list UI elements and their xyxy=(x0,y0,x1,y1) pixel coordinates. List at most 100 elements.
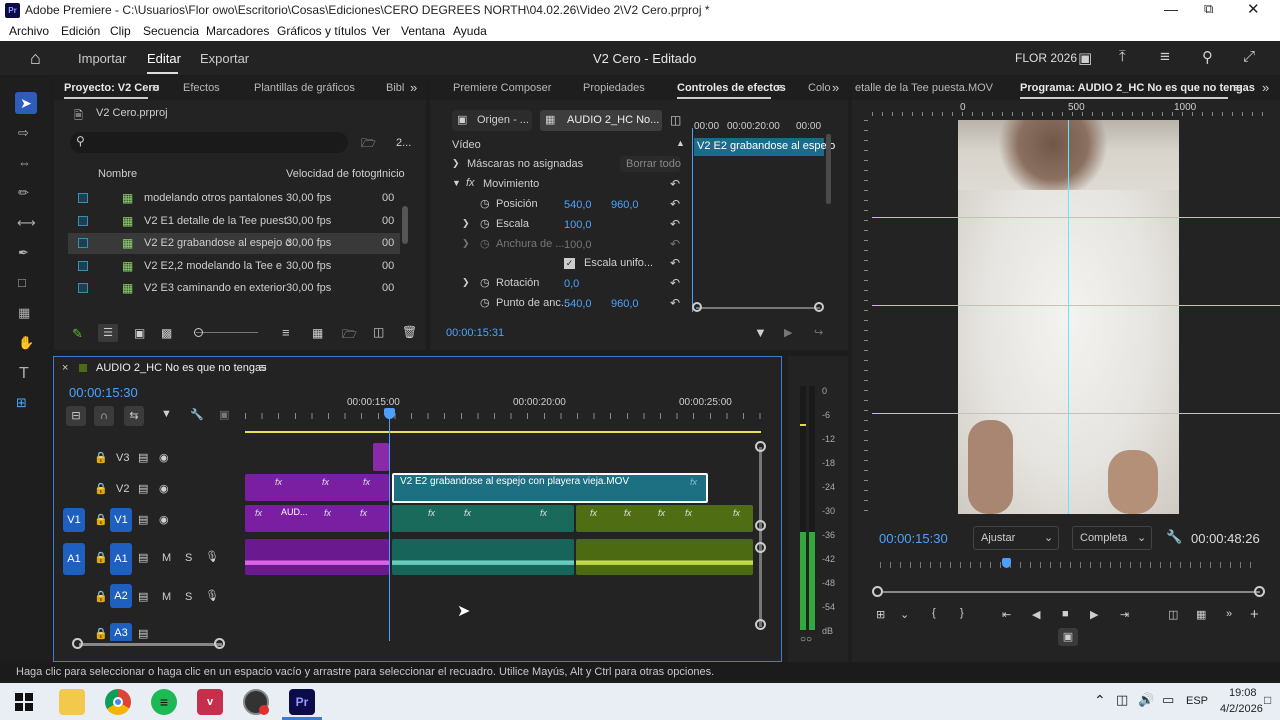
razor-icon[interactable]: ✏ xyxy=(18,185,29,201)
a1-clip-teal[interactable] xyxy=(392,539,574,575)
type-icon[interactable]: T xyxy=(19,365,29,383)
mini-clip-bar[interactable]: V2 E2 grabandose al espejo xyxy=(694,138,835,156)
chevron-down-icon[interactable]: ⌄ xyxy=(900,608,909,621)
reset-icon[interactable]: ↶ xyxy=(670,217,680,231)
position-x[interactable]: 540,0 xyxy=(564,199,592,211)
reset-icon[interactable]: ↶ xyxy=(670,177,680,191)
tab-library[interactable]: Bibl xyxy=(386,82,404,94)
v3-clip[interactable] xyxy=(373,443,389,471)
track-a3-toggle[interactable]: A3 xyxy=(110,623,132,641)
menu-secuencia[interactable]: Secuencia xyxy=(143,24,199,38)
tab-premiere-composer[interactable]: Premiere Composer xyxy=(453,82,551,94)
timeline-ruler[interactable]: 00:00:15:00 00:00:20:00 00:00:25:00 xyxy=(245,395,767,435)
export-frame-button[interactable]: ▣ xyxy=(1058,628,1078,646)
horizontal-scrollbar[interactable] xyxy=(79,643,222,646)
mark-out-icon[interactable]: } xyxy=(960,607,964,619)
tab-effect-controls[interactable]: Controles de efectos xyxy=(677,82,786,94)
play-audio-icon[interactable]: ▶ xyxy=(784,326,792,339)
more-controls-icon[interactable]: » xyxy=(1226,608,1232,620)
source-tab[interactable]: ▣ Origen - ... xyxy=(452,110,532,131)
collapse-up-icon[interactable]: ▲ xyxy=(676,138,685,148)
effect-menu-icon[interactable]: ≡ xyxy=(776,80,784,95)
tab-source-clip[interactable]: etalle de la Tee puesta.MOV xyxy=(855,82,993,94)
track-select-icon[interactable]: ⇨ xyxy=(18,125,29,141)
captions-icon[interactable]: ▣ xyxy=(219,408,229,421)
zoom-select-icon[interactable]: ▦ xyxy=(18,305,30,321)
stopwatch-icon[interactable]: ◷ xyxy=(480,217,490,230)
filter-icon[interactable]: ▼ xyxy=(754,325,767,340)
list-item[interactable]: ▦ modelando otros pantalones 30,00 fps 00 xyxy=(68,188,400,209)
menu-ayuda[interactable]: Ayuda xyxy=(453,24,487,38)
snap-icon[interactable]: ∩ xyxy=(94,406,114,426)
go-to-out-icon[interactable]: ⇥ xyxy=(1120,608,1129,621)
search-icon[interactable]: ⚲ xyxy=(1202,48,1213,66)
wrench-icon[interactable]: 🔧 xyxy=(190,408,204,421)
menu-marcadores[interactable]: Marcadores xyxy=(206,24,269,38)
column-name[interactable]: Nombre xyxy=(98,168,137,180)
v2-selected-clip[interactable]: V2 E2 grabandose al espejo con playera v… xyxy=(392,473,708,503)
zoom-slider[interactable] xyxy=(196,332,258,333)
chrome-icon[interactable] xyxy=(105,689,131,715)
vscroll-handle-top[interactable] xyxy=(755,441,766,452)
anchor-y[interactable]: 960,0 xyxy=(611,298,639,310)
sync-icon[interactable]: ▤ xyxy=(138,451,148,464)
quality-dropdown[interactable]: Completa ⌄ xyxy=(1072,526,1152,550)
solo-a2-button[interactable]: S xyxy=(185,591,192,603)
sync-icon[interactable]: ▤ xyxy=(138,513,148,526)
wrench-icon[interactable]: 🔧 xyxy=(1166,529,1182,545)
new-item-icon[interactable]: ◫ xyxy=(373,325,384,339)
pencil-icon[interactable]: ✎ xyxy=(72,326,83,342)
source-v1-toggle[interactable]: V1 xyxy=(63,508,85,532)
track-v1-toggle[interactable]: V1 xyxy=(110,508,132,532)
mute-a2-button[interactable]: M xyxy=(162,591,171,603)
project-search-input[interactable]: ⚲ xyxy=(70,132,348,153)
more-tabs-icon[interactable]: » xyxy=(832,80,839,95)
language-indicator[interactable]: ESP xyxy=(1186,695,1208,707)
caption-icon[interactable]: ⊞ xyxy=(16,395,27,411)
reset-icon[interactable]: ↶ xyxy=(670,256,680,270)
list-item[interactable]: ▦ V2 E2,2 modelando la Tee e 30,00 fps 00 xyxy=(68,256,400,277)
source-a1-toggle[interactable]: A1 xyxy=(63,543,85,575)
hand-icon[interactable]: ✋ xyxy=(18,335,34,351)
lock-icon[interactable]: 🔒 xyxy=(94,513,108,526)
mini-playhead[interactable] xyxy=(692,128,693,312)
stopwatch-icon[interactable]: ◷ xyxy=(480,276,490,289)
zoom-handle-left[interactable] xyxy=(872,586,883,597)
program-zoom-bar[interactable] xyxy=(882,591,1260,593)
menu-ventana[interactable]: Ventana xyxy=(401,24,445,38)
zoom-slider-handle[interactable] xyxy=(194,328,203,337)
lock-icon[interactable]: 🔒 xyxy=(94,627,108,640)
close-sequence-icon[interactable]: × xyxy=(62,362,68,374)
more-tabs-icon[interactable]: » xyxy=(1262,80,1269,95)
stopwatch-icon[interactable]: ◷ xyxy=(480,197,490,210)
vscroll-handle-mid[interactable] xyxy=(755,520,766,531)
mini-scrollbar[interactable] xyxy=(826,134,831,204)
trash-icon[interactable]: 🗑 xyxy=(402,325,417,339)
menu-ver[interactable]: Ver xyxy=(372,24,390,38)
network-icon[interactable]: ◫ xyxy=(1116,692,1128,708)
timeline-timecode[interactable]: 00:00:15:30 xyxy=(69,385,138,400)
position-y[interactable]: 960,0 xyxy=(611,199,639,211)
stopwatch-icon[interactable]: ◷ xyxy=(480,296,490,309)
selection-tool-icon[interactable]: ➤ xyxy=(15,92,37,114)
more-tabs-icon[interactable]: » xyxy=(410,80,417,95)
automate-icon[interactable]: ▦ xyxy=(312,326,323,340)
work-area-bar[interactable] xyxy=(245,431,761,433)
panel-layout-icon[interactable]: ▣ xyxy=(1078,49,1092,67)
reset-icon[interactable]: ↶ xyxy=(670,197,680,211)
start-button[interactable] xyxy=(15,693,33,711)
reset-icon[interactable]: ↶ xyxy=(670,276,680,290)
list-item[interactable]: ▦ V2 E1 detalle de la Tee puest 30,00 fps 0… xyxy=(68,211,400,232)
step-forward-icon[interactable]: ▶ xyxy=(1090,608,1098,621)
new-bin-icon[interactable]: 🗁 xyxy=(361,134,376,155)
share-icon[interactable]: ⤒ xyxy=(1119,48,1126,65)
step-back-icon[interactable]: ◀ xyxy=(1032,608,1043,621)
mini-zoom-handle-left[interactable] xyxy=(692,302,702,312)
v1-clip-purple[interactable] xyxy=(245,505,389,532)
program-timecode[interactable]: 00:00:15:30 xyxy=(879,531,948,546)
rectangle-icon[interactable]: □ xyxy=(18,275,26,290)
vscroll-handle-bottom[interactable] xyxy=(755,619,766,630)
workspace-label[interactable]: FLOR 2026 xyxy=(1015,51,1077,65)
marker-icon[interactable]: ▼ xyxy=(161,408,172,420)
home-icon[interactable]: ⌂ xyxy=(30,48,41,69)
